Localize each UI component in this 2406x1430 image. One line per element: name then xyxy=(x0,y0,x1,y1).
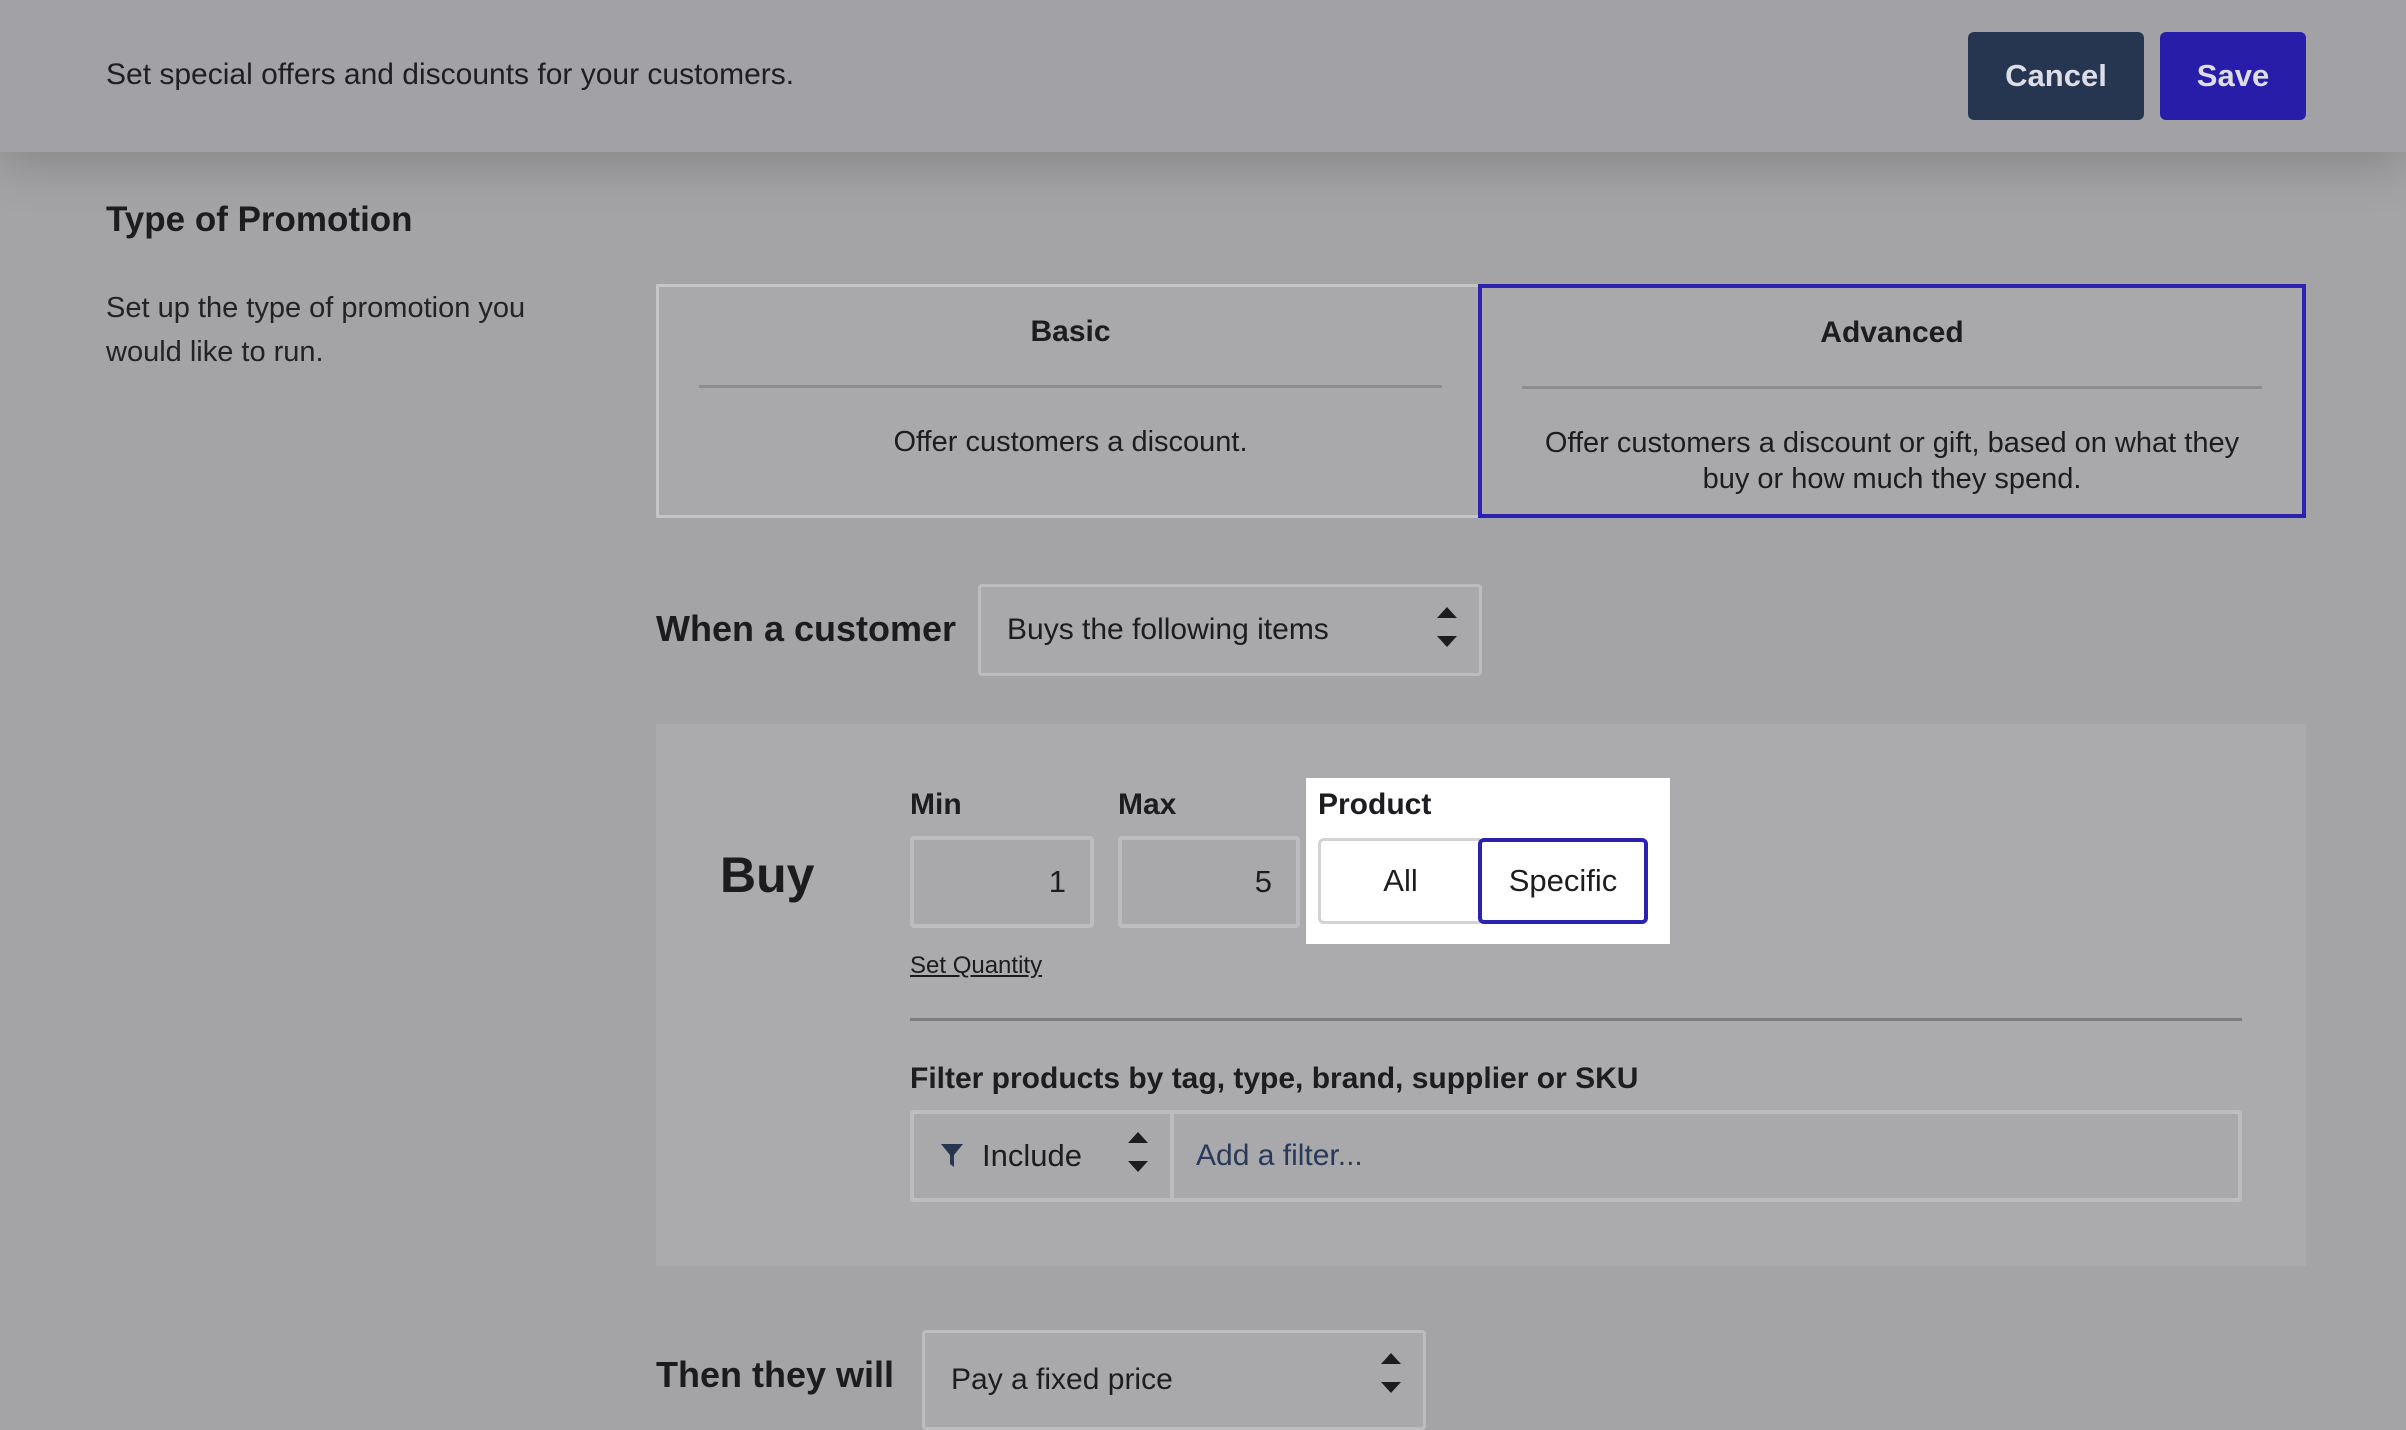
product-all-option[interactable]: All xyxy=(1318,838,1480,924)
card-title: Advanced xyxy=(1820,316,1964,349)
card-divider xyxy=(1522,386,2262,389)
filter-input[interactable]: Add a filter... xyxy=(1196,1114,1363,1198)
max-quantity-value: 5 xyxy=(1254,864,1272,899)
product-toggle-group: Product All Specific xyxy=(1306,778,1670,944)
when-customer-select[interactable]: Buys the following items xyxy=(978,584,1482,676)
top-bar: Set special offers and discounts for you… xyxy=(0,0,2406,152)
product-label: Product xyxy=(1318,788,1432,821)
save-button[interactable]: Save xyxy=(2160,32,2306,120)
page-subtitle: Set special offers and discounts for you… xyxy=(106,58,795,91)
when-customer-value: Buys the following items xyxy=(1007,613,1329,646)
then-they-will-label: Then they will xyxy=(656,1354,895,1395)
card-description: Offer customers a discount. xyxy=(893,426,1248,458)
product-specific-option[interactable]: Specific xyxy=(1478,838,1648,924)
filter-mode-select[interactable]: Include xyxy=(914,1114,1174,1198)
updown-arrows-icon xyxy=(1437,607,1457,647)
set-quantity-link[interactable]: Set Quantity xyxy=(910,952,1042,980)
updown-arrows-icon xyxy=(1128,1132,1148,1172)
when-customer-label: When a customer xyxy=(656,608,957,649)
buy-title: Buy xyxy=(720,847,815,903)
cancel-button[interactable]: Cancel xyxy=(1968,32,2144,120)
divider xyxy=(910,1018,2242,1021)
funnel-icon xyxy=(941,1144,963,1167)
min-quantity-input[interactable]: 1 xyxy=(910,836,1094,928)
min-label: Min xyxy=(910,788,962,821)
buy-panel: Buy Min 1 Max 5 Product All Specific Set… xyxy=(656,724,2306,1266)
min-quantity-value: 1 xyxy=(1048,864,1066,899)
section-description: Set up the type of promotion you would l… xyxy=(106,292,526,368)
max-label: Max xyxy=(1118,788,1177,821)
filter-control: Include Add a filter... xyxy=(910,1110,2242,1202)
max-quantity-input[interactable]: 5 xyxy=(1118,836,1300,928)
card-description: Offer customers a discount or gift, base… xyxy=(1544,427,2240,495)
filter-label: Filter products by tag, type, brand, sup… xyxy=(910,1062,1639,1095)
section-title: Type of Promotion xyxy=(106,200,413,239)
then-they-will-value: Pay a fixed price xyxy=(951,1363,1173,1396)
then-they-will-select[interactable]: Pay a fixed price xyxy=(922,1330,1426,1430)
card-title: Basic xyxy=(1030,315,1111,348)
promotion-type-basic-card[interactable]: Basic Offer customers a discount. xyxy=(656,284,1482,518)
filter-mode-value: Include xyxy=(982,1138,1082,1173)
updown-arrows-icon xyxy=(1381,1353,1401,1393)
promotion-type-advanced-card[interactable]: Advanced Offer customers a discount or g… xyxy=(1478,284,2306,518)
card-divider xyxy=(699,385,1442,388)
